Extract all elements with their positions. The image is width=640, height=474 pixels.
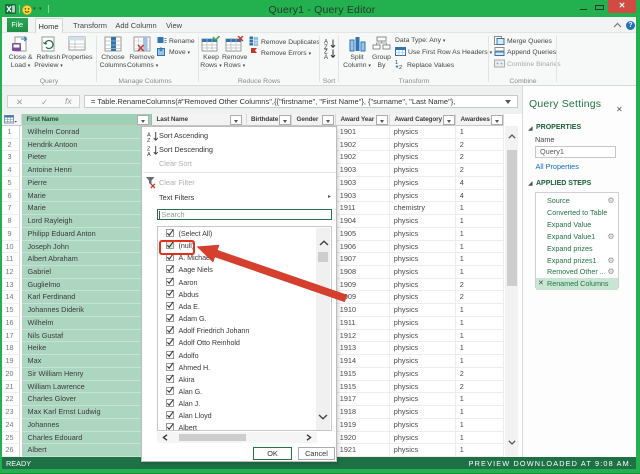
svg-text:Z: Z [147, 138, 151, 142]
svg-text:1: 1 [395, 60, 398, 66]
svg-text:A: A [324, 55, 328, 59]
svg-text:A: A [147, 152, 151, 156]
svg-text:2: 2 [399, 65, 402, 69]
